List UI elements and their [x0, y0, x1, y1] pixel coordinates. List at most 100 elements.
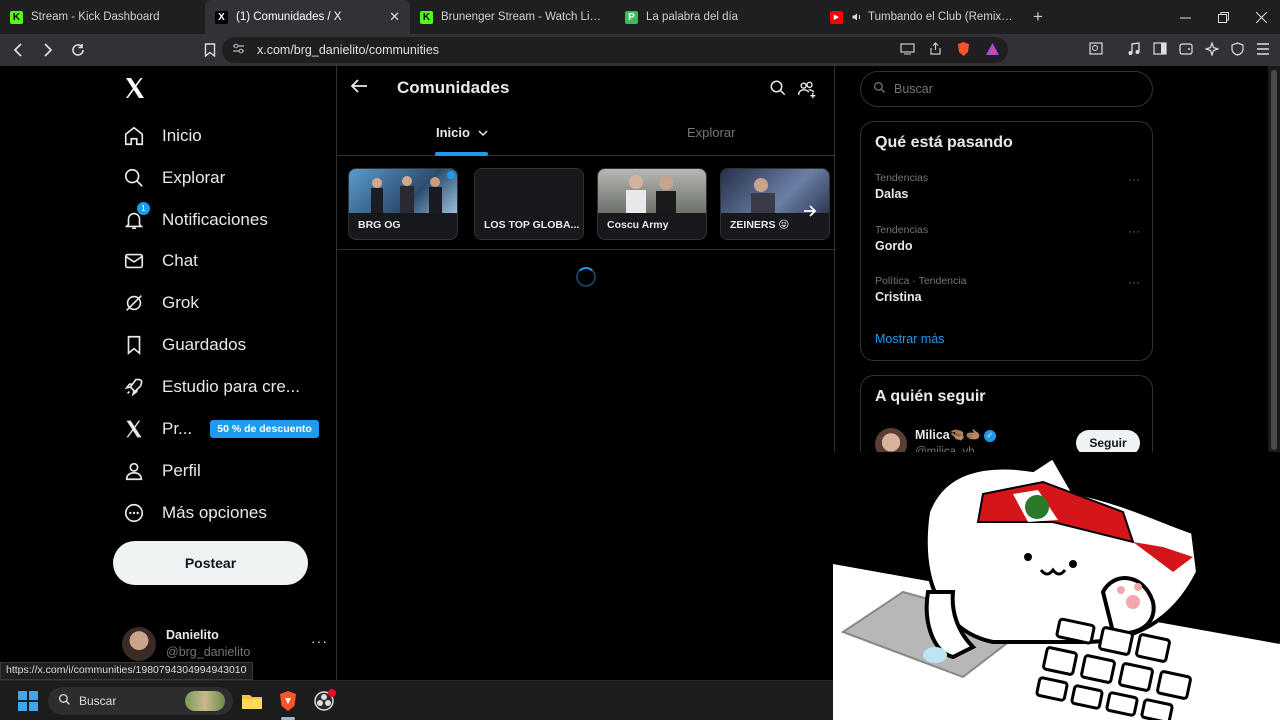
brave-rewards-icon[interactable]: [985, 42, 1000, 59]
nav-item-guardados[interactable]: Guardados: [122, 327, 246, 363]
rocket-icon: [122, 375, 146, 399]
nav-item-premium[interactable]: Pr... 50 % de descuento: [122, 411, 319, 447]
page-title: Comunidades: [397, 78, 510, 97]
trend-item[interactable]: Tendencias Dalas ···: [875, 172, 1140, 201]
nav-label: Pr...: [162, 419, 193, 438]
obs-icon[interactable]: [312, 689, 336, 713]
bookmark-icon: [122, 333, 146, 357]
nav-item-estudio[interactable]: Estudio para cre...: [122, 369, 300, 405]
new-tab-button[interactable]: +: [1025, 7, 1051, 27]
back-arrow-icon[interactable]: [350, 78, 367, 98]
community-tabs: Inicio Explorar: [337, 112, 836, 156]
chevron-down-icon: [478, 125, 488, 140]
speaker-icon[interactable]: [851, 11, 863, 23]
address-bar[interactable]: x.com/brg_danielito/communities: [222, 37, 1008, 63]
more-options-icon[interactable]: ···: [311, 633, 328, 649]
trend-item[interactable]: Política · Tendencia Cristina ···: [875, 275, 1140, 304]
post-button[interactable]: Postear: [113, 541, 308, 585]
site-settings-icon[interactable]: [232, 43, 245, 57]
trend-more-icon[interactable]: ···: [1128, 172, 1140, 186]
sidebar-toggle-icon[interactable]: [1153, 42, 1167, 58]
bookmark-page-icon[interactable]: [198, 38, 222, 62]
browser-tab-comunidades[interactable]: X (1) Comunidades / X ✕: [205, 0, 410, 34]
restore-icon[interactable]: [1204, 0, 1242, 34]
trend-item[interactable]: Tendencias Gordo ···: [875, 224, 1140, 253]
nav-item-grok[interactable]: Grok: [122, 285, 199, 321]
bell-icon: 1: [122, 202, 150, 232]
browser-tab-youtube[interactable]: ▶ Tumbando el Club (Remix) (Official: [820, 0, 1025, 34]
discount-badge[interactable]: 50 % de descuento: [210, 420, 319, 438]
leo-ai-icon[interactable]: [1204, 40, 1220, 59]
trend-more-icon[interactable]: ···: [1128, 224, 1140, 238]
trend-name: Gordo: [875, 239, 913, 253]
loading-spinner: [576, 267, 596, 287]
nav-item-mas-opciones[interactable]: Más opciones: [122, 495, 267, 531]
p-favicon-icon: P: [625, 10, 638, 24]
browser-tab-kick-dashboard[interactable]: K Stream - Kick Dashboard: [0, 0, 205, 34]
carousel-next-arrow-icon[interactable]: [799, 200, 821, 222]
file-explorer-icon[interactable]: [240, 689, 264, 713]
x-premium-icon: [122, 417, 146, 441]
link-status-url: https://x.com/i/communities/198079430499…: [0, 662, 253, 680]
forward-icon[interactable]: [36, 38, 60, 62]
nav-item-chat[interactable]: Chat: [122, 243, 198, 279]
browser-tab-palabra[interactable]: P La palabra del día: [615, 0, 820, 34]
window-controls: [1166, 0, 1280, 34]
verified-badge-icon: ✓: [983, 429, 996, 442]
nav-item-perfil[interactable]: Perfil: [122, 453, 201, 489]
community-card[interactable]: Coscu Army: [597, 168, 707, 240]
trend-meta: Tendencias: [875, 172, 929, 184]
menu-icon[interactable]: [1256, 42, 1270, 58]
nav-item-inicio[interactable]: Inicio: [122, 118, 202, 154]
share-icon[interactable]: [929, 42, 942, 58]
reload-icon[interactable]: [66, 38, 90, 62]
community-image: [475, 169, 583, 213]
tab-title: Stream - Kick Dashboard: [31, 11, 160, 23]
brave-browser-icon[interactable]: [276, 689, 300, 713]
x-favicon-icon: X: [215, 10, 228, 24]
taskbar-search[interactable]: Buscar: [48, 687, 233, 715]
follow-name-row: Milica🤏🏽🫲🏽 ✓: [915, 428, 996, 443]
taskbar-search-placeholder: Buscar: [79, 694, 117, 708]
scrollbar-thumb[interactable]: [1271, 70, 1277, 450]
community-card[interactable]: LOS TOP GLOBA...: [474, 168, 584, 240]
nav-item-notificaciones[interactable]: 1 Notificaciones: [122, 202, 268, 238]
tab-close-icon[interactable]: ✕: [389, 9, 400, 25]
page-scrollbar[interactable]: [1268, 66, 1280, 456]
search-input[interactable]: Buscar: [860, 71, 1153, 107]
reader-mode-icon[interactable]: [1089, 42, 1103, 58]
follow-name: Milica🤏🏽🫲🏽: [915, 428, 981, 442]
browser-right-tools: [1089, 34, 1270, 66]
trend-name: Cristina: [875, 290, 922, 304]
tab-inicio[interactable]: Inicio: [436, 125, 488, 140]
tab-explorar[interactable]: Explorar: [687, 125, 735, 140]
create-community-icon[interactable]: [797, 79, 817, 104]
community-card[interactable]: BRG OG: [348, 168, 458, 240]
nav-item-explorar[interactable]: Explorar: [122, 160, 225, 196]
media-icon[interactable]: [1127, 41, 1141, 59]
wallet-icon[interactable]: [1179, 42, 1193, 58]
main-header: Comunidades: [337, 66, 836, 112]
show-more-link[interactable]: Mostrar más: [875, 332, 944, 346]
vpn-icon[interactable]: [1231, 41, 1244, 59]
profile-names: Danielito @brg_danielito: [166, 627, 250, 661]
browser-tab-brunenger[interactable]: K Brunenger Stream - Watch Live on Kick: [410, 0, 615, 34]
community-label: ZEINERS 😝: [730, 219, 790, 231]
person-icon: [122, 459, 146, 483]
left-sidebar: Inicio Explorar 1 Notificaciones Chat Gr…: [110, 66, 336, 680]
brave-shields-icon[interactable]: [956, 41, 971, 60]
avatar: [122, 627, 156, 661]
trend-more-icon[interactable]: ···: [1128, 275, 1140, 289]
windows-start-icon[interactable]: [16, 689, 40, 713]
close-window-icon[interactable]: [1242, 0, 1280, 34]
main-column: Comunidades Inicio Explorar BRG OG LOS T…: [336, 66, 836, 680]
notification-badge: 1: [137, 202, 150, 215]
search-icon[interactable]: [769, 79, 787, 102]
x-logo-icon[interactable]: [123, 76, 147, 102]
cast-icon[interactable]: [900, 42, 915, 58]
account-switcher[interactable]: Danielito @brg_danielito ···: [122, 624, 332, 664]
nav-label: Inicio: [162, 126, 202, 145]
minimize-icon[interactable]: [1166, 0, 1204, 34]
back-icon[interactable]: [6, 38, 30, 62]
trend-meta: Política · Tendencia: [875, 275, 967, 287]
